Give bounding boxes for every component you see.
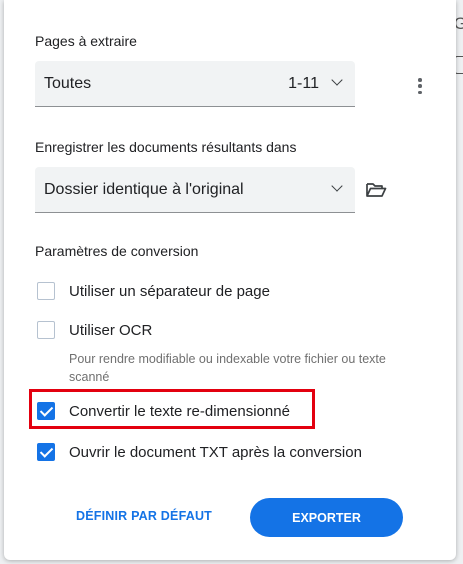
option-page-separator[interactable]: Utiliser un séparateur de page: [37, 280, 270, 302]
ocr-hint: Pour rendre modifiable ou indexable votr…: [69, 352, 386, 384]
pages-select-value: Toutes: [44, 75, 92, 92]
folder-open-icon[interactable]: [365, 180, 387, 200]
background-partial-icon: [455, 56, 463, 74]
more-options-icon[interactable]: [412, 76, 428, 96]
save-location-select[interactable]: Dossier identique à l'original: [35, 167, 355, 213]
pages-select[interactable]: Toutes 1-11: [35, 61, 355, 107]
highlight-box: [29, 389, 315, 429]
chevron-down-icon: [331, 180, 343, 192]
export-button[interactable]: EXPORTER: [250, 498, 403, 537]
conversion-settings-label: Paramètres de conversion: [35, 243, 199, 259]
chevron-down-icon: [331, 74, 343, 86]
pages-label: Pages à extraire: [35, 33, 137, 49]
page-separator-checkbox[interactable]: [37, 282, 55, 300]
save-location-label: Enregistrer les documents résultants dan…: [35, 139, 297, 155]
pages-range: 1-11: [288, 75, 319, 92]
option-open-after-conversion[interactable]: Ouvrir le document TXT après la conversi…: [37, 441, 362, 463]
ocr-checkbox[interactable]: [37, 321, 55, 339]
export-settings-panel: Pages à extraire Toutes 1-11 Enregistrer…: [4, 0, 456, 560]
set-default-button[interactable]: DÉFINIR PAR DÉFAUT: [76, 509, 212, 523]
option-ocr[interactable]: Utiliser OCR: [37, 319, 152, 341]
open-after-conversion-label: Ouvrir le document TXT après la conversi…: [69, 443, 362, 461]
save-location-value: Dossier identique à l'original: [44, 181, 244, 198]
page-separator-label: Utiliser un séparateur de page: [69, 282, 270, 300]
ocr-label: Utiliser OCR: [69, 321, 153, 339]
open-after-conversion-checkbox[interactable]: [37, 443, 55, 461]
